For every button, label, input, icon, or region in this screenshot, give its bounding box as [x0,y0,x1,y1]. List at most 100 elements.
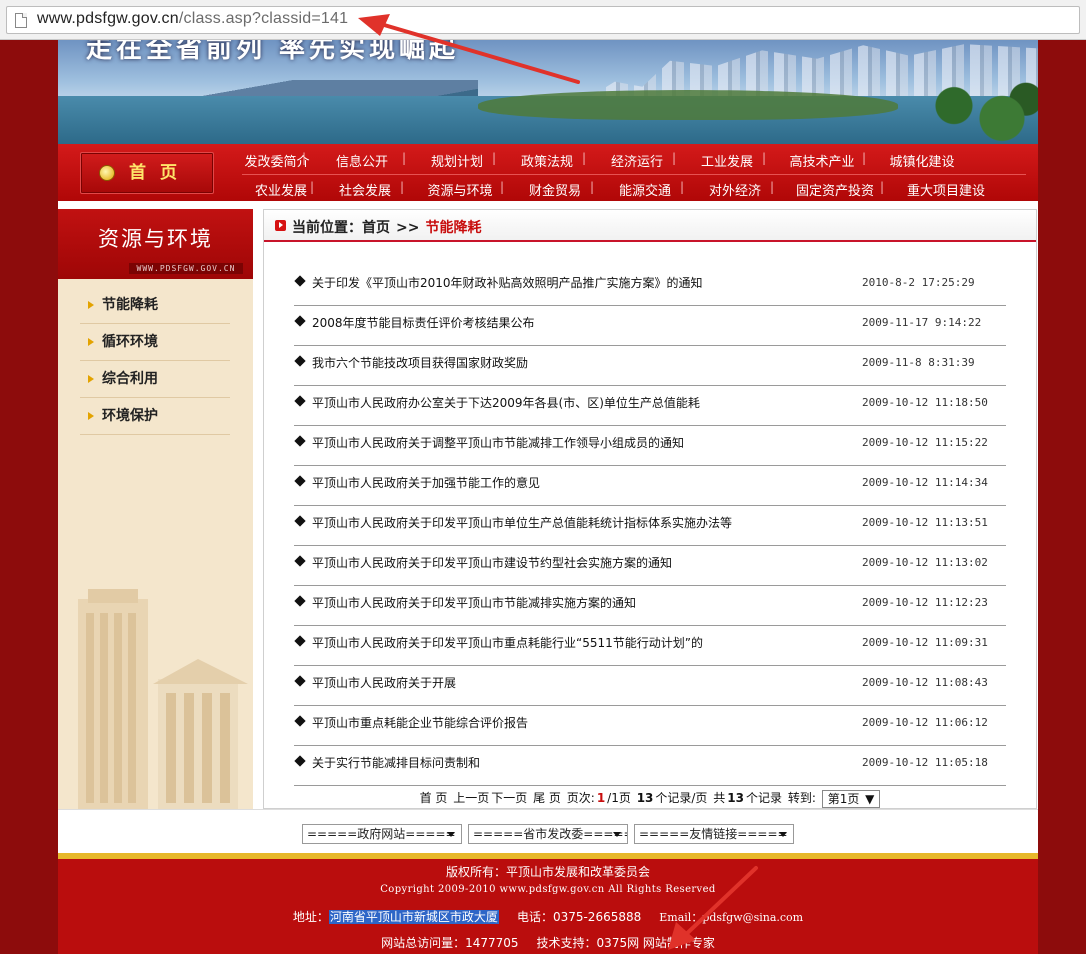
chevron-down-icon [447,832,455,837]
diamond-bullet-icon [294,715,306,727]
diamond-bullet-icon [294,515,306,527]
buildings-illustration [78,589,248,809]
article-row: 平顶山市人民政府关于印发平顶山市重点耗能行业“5511节能行动计划”的 2009-… [294,626,1006,666]
home-icon [99,165,115,181]
diamond-bullet-icon [294,675,306,687]
header-banner: 走在全省前列 率先实现崛起 [58,40,1038,144]
breadcrumb: 当前位置：首页 >> 节能降耗 [264,210,1036,242]
breadcrumb-home-link[interactable]: 首页 [362,220,390,236]
sidebar-item-label: 综合利用 [102,371,158,387]
friends-links-select[interactable]: =====友情链接===== [634,824,794,844]
diamond-bullet-icon [294,595,306,607]
chevron-down-icon [779,832,787,837]
nav-item[interactable]: 能源交通 [590,180,690,199]
article-title-link[interactable]: 平顶山市重点耗能企业节能综合评价报告 [312,714,528,731]
body-area: 资源与环境 WWW.PDSFGW.GOV.CN 节能降耗 循环环境 综合利用 环… [58,201,1038,809]
home-button[interactable]: 首页 [80,152,214,194]
play-icon [275,220,286,231]
article-date: 2009-10-12 11:08:43 [862,676,988,689]
article-title-link[interactable]: 平顶山市人民政府关于印发平顶山市建设节约型社会实施方案的通知 [312,554,672,571]
sidebar-item-environment-protection[interactable]: 环境保护 [80,398,230,435]
provincial-select[interactable]: =====省市发改委===== [468,824,628,844]
diamond-bullet-icon [294,475,306,487]
friends-links-select-value: =====友情链接===== [639,827,788,841]
sidebar-item-label: 循环环境 [102,334,158,350]
nav-row-2: 农业发展社会发展资源与环境财金贸易能源交通对外经济固定资产投资重大项目建设 [242,177,1038,201]
links-bar: =====政府网站===== =====省市发改委===== =====友情链接… [58,809,1038,859]
banner-slogan: 走在全省前列 率先实现崛起 [86,40,460,64]
url-field[interactable]: www.pdsfgw.gov.cn/class.asp?classid=141 [6,6,1080,34]
footer-stats: 网站总访问量：1477705 技术支持：0375网 网站制作专家 [58,934,1038,951]
pager-current-page: 1 [596,791,606,805]
gov-sites-select-value: =====政府网站===== [307,827,456,841]
nav-item[interactable]: 经济运行 [582,151,682,170]
article-list: 关于印发《平顶山市2010年财政补贴高效照明产品推广实施方案》的通知 2010-8… [294,266,1006,786]
article-title-link[interactable]: 平顶山市人民政府关于开展 [312,674,456,691]
nav-item[interactable]: 资源与环境 [400,180,510,199]
chevron-down-icon: ▼ [865,791,875,806]
footer-address-label: 地址： [292,910,329,924]
article-title-link[interactable]: 我市六个节能技改项目获得国家财政奖励 [312,354,528,371]
sidebar-item-comprehensive-use[interactable]: 综合利用 [80,361,230,398]
nav-item[interactable]: 规划计划 [402,151,502,170]
article-row: 我市六个节能技改项目获得国家财政奖励 2009-11-8 8:31:39 [294,346,1006,386]
nav-item[interactable]: 财金贸易 [500,180,600,199]
nav-item[interactable]: 社会发展 [310,180,410,199]
breadcrumb-current[interactable]: 节能降耗 [425,220,481,236]
url-host: www.pdsfgw.gov.cn [37,10,179,27]
pager-goto-label: 转到: [787,791,816,805]
sidebar-item-circular-environment[interactable]: 循环环境 [80,324,230,361]
breadcrumb-text: 当前位置：首页 >> 节能降耗 [292,217,481,237]
url-text: www.pdsfgw.gov.cn/class.asp?classid=141 [37,10,348,28]
triangle-bullet-icon [88,375,94,383]
pager-last-link[interactable]: 尾 页 [533,791,561,805]
pager-next-link[interactable]: 下一页 [491,791,527,805]
nav-item[interactable]: 城镇化建设 [862,151,972,170]
article-title-link[interactable]: 关于实行节能减排目标问责制和 [312,754,480,771]
article-title-link[interactable]: 平顶山市人民政府关于加强节能工作的意见 [312,474,540,491]
article-title-link[interactable]: 平顶山市人民政府办公室关于下达2009年各县(市、区)单位生产总值能耗 [312,394,700,411]
nav-item[interactable]: 信息公开 [302,151,412,170]
article-title-link[interactable]: 平顶山市人民政府关于印发平顶山市节能减排实施方案的通知 [312,594,636,611]
gov-sites-select[interactable]: =====政府网站===== [302,824,462,844]
triangle-bullet-icon [88,301,94,309]
nav-item[interactable]: 对外经济 [680,180,780,199]
article-title-link[interactable]: 关于印发《平顶山市2010年财政补贴高效照明产品推广实施方案》的通知 [312,274,703,291]
pager-per-page: 13 [636,791,654,805]
diamond-bullet-icon [294,275,306,287]
diamond-bullet-icon [294,435,306,447]
article-row: 平顶山市重点耗能企业节能综合评价报告 2009-10-12 11:06:12 [294,706,1006,746]
nav-item[interactable]: 固定资产投资 [770,180,890,199]
sidebar-item-energy-saving[interactable]: 节能降耗 [80,287,230,324]
pager-prev-link[interactable]: 上一页 [453,791,489,805]
pager-total-records: 13 [727,791,744,805]
article-row: 关于实行节能减排目标问责制和 2009-10-12 11:05:18 [294,746,1006,786]
diamond-bullet-icon [294,315,306,327]
chevron-down-icon [613,832,621,837]
pager-goto-select[interactable]: 第1页 ▼ [821,789,881,808]
footer-phone: 电话：0375-2665888 [516,910,642,924]
nav-divider [242,174,1026,175]
article-date: 2009-10-12 11:14:34 [862,476,988,489]
article-row: 平顶山市人民政府关于调整平顶山市节能减排工作领导小组成员的通知 2009-10-1… [294,426,1006,466]
nav-item[interactable]: 高技术产业 [762,151,872,170]
article-title-link[interactable]: 平顶山市人民政府关于印发平顶山市重点耗能行业“5511节能行动计划”的 [312,634,703,651]
nav-item[interactable]: 农业发展 [242,180,320,199]
banner-island [478,90,898,120]
nav-item[interactable]: 工业发展 [672,151,772,170]
article-title-link[interactable]: 平顶山市人民政府关于印发平顶山市单位生产总值能耗统计指标体系实施办法等 [312,514,732,531]
article-title-link[interactable]: 平顶山市人民政府关于调整平顶山市节能减排工作领导小组成员的通知 [312,434,684,451]
home-button-label: 首页 [129,163,191,183]
pager-first-link[interactable]: 首 页 [420,791,448,805]
diamond-bullet-icon [294,755,306,767]
article-date: 2009-10-12 11:06:12 [862,716,988,729]
nav-item[interactable]: 重大项目建设 [880,180,1002,199]
article-title-link[interactable]: 2008年度节能目标责任评价考核结果公布 [312,314,535,331]
article-row: 2008年度节能目标责任评价考核结果公布 2009-11-17 9:14:22 [294,306,1006,346]
footer-support: 技术支持：0375网 网站制作专家 [536,936,715,950]
article-date: 2009-10-12 11:12:23 [862,596,988,609]
article-row: 关于印发《平顶山市2010年财政补贴高效照明产品推广实施方案》的通知 2010-8… [294,266,1006,306]
nav-item[interactable]: 政策法规 [492,151,592,170]
provincial-select-value: =====省市发改委===== [473,827,628,841]
footer-email: Email：pdsfgw@sina.com [659,911,804,924]
